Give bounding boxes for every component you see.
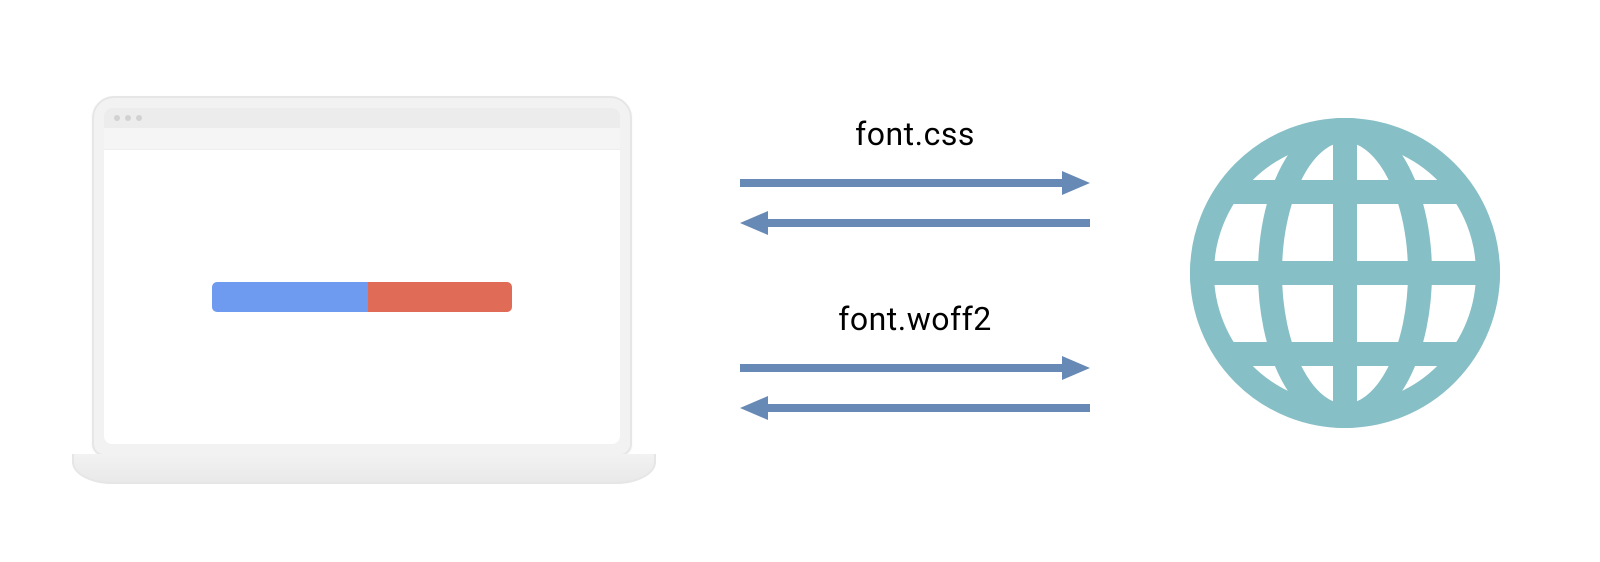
request-exchange-css: font.css: [740, 115, 1090, 251]
progress-segment-red: [368, 282, 512, 312]
arrow-left-icon: [740, 211, 1090, 241]
window-dot-icon: [114, 115, 120, 121]
browser-urlbar: [104, 128, 620, 150]
request-label: font.woff2: [740, 300, 1090, 338]
progress-bar: [212, 282, 512, 312]
window-dot-icon: [136, 115, 142, 121]
globe-icon: [1190, 118, 1500, 428]
browser-content: [104, 150, 620, 444]
browser-tabbar: [104, 108, 620, 128]
laptop: [72, 96, 652, 496]
laptop-base: [72, 454, 656, 484]
laptop-frame: [92, 96, 632, 456]
arrow-right-icon: [740, 171, 1090, 201]
window-dot-icon: [125, 115, 131, 121]
browser-window: [104, 108, 620, 444]
arrow-left-icon: [740, 396, 1090, 426]
request-label: font.css: [740, 115, 1090, 153]
progress-segment-blue: [212, 282, 368, 312]
request-exchange-font: font.woff2: [740, 300, 1090, 436]
arrow-right-icon: [740, 356, 1090, 386]
